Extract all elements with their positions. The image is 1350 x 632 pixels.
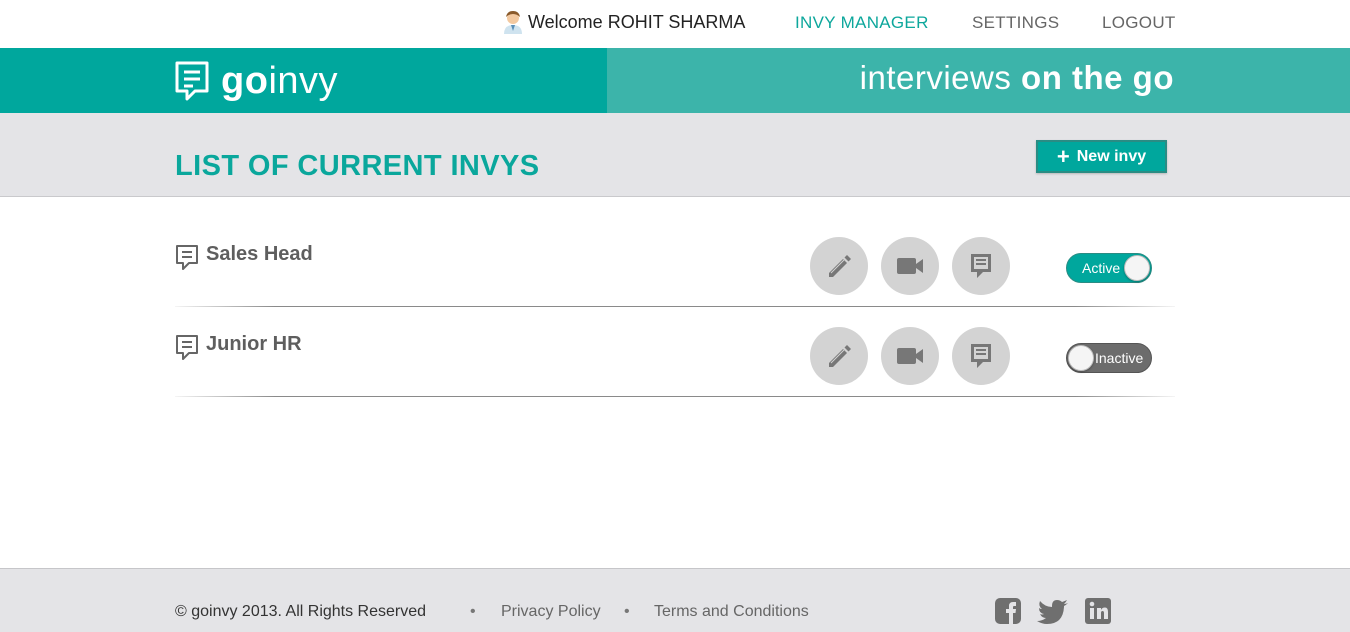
status-toggle[interactable]: Active	[1066, 253, 1152, 283]
video-button[interactable]	[881, 327, 939, 385]
nav-settings[interactable]: SETTINGS	[972, 13, 1059, 33]
twitter-icon[interactable]	[1036, 597, 1070, 625]
user-avatar-icon	[504, 11, 522, 34]
pencil-icon	[829, 255, 851, 277]
toggle-knob	[1068, 345, 1094, 371]
responses-button[interactable]	[952, 237, 1010, 295]
row-divider	[175, 396, 1175, 397]
footer-separator: •	[470, 603, 476, 620]
document-list-icon	[971, 344, 991, 368]
welcome-text: Welcome ROHIT SHARMA	[528, 11, 746, 32]
document-logo-icon	[175, 61, 209, 101]
invy-row: Junior HR Inactive	[175, 307, 1175, 397]
nav-logout[interactable]: LOGOUT	[1102, 13, 1176, 33]
invy-title[interactable]: Sales Head	[206, 243, 313, 266]
footer: © goinvy 2013. All Rights Reserved • Pri…	[0, 568, 1350, 632]
new-invy-button[interactable]: + New invy	[1036, 140, 1167, 173]
status-toggle[interactable]: Inactive	[1066, 343, 1152, 373]
page-title: LIST OF CURRENT INVYS	[175, 150, 540, 182]
welcome-message: Welcome ROHIT SHARMA	[502, 10, 745, 34]
edit-button[interactable]	[810, 237, 868, 295]
tagline: interviews on the go	[860, 61, 1174, 94]
responses-button[interactable]	[952, 327, 1010, 385]
terms-link[interactable]: Terms and Conditions	[654, 603, 809, 621]
footer-separator: •	[624, 603, 630, 620]
copyright-text: © goinvy 2013. All Rights Reserved	[175, 603, 427, 620]
logo-text: goinvy	[221, 62, 338, 100]
top-bar: Welcome ROHIT SHARMA INVY MANAGER SETTIN…	[0, 0, 1350, 48]
facebook-icon[interactable]	[994, 597, 1022, 625]
status-toggle-label: Active	[1082, 260, 1121, 276]
brand-banner: goinvy interviews on the go	[0, 48, 1350, 113]
banner-left: goinvy	[0, 48, 607, 113]
linkedin-icon[interactable]	[1084, 597, 1112, 625]
document-icon	[176, 245, 198, 270]
status-toggle-label: Inactive	[1095, 350, 1144, 366]
tagline-light: interviews	[859, 59, 1022, 96]
nav-invy-manager[interactable]: INVY MANAGER	[795, 13, 929, 33]
plus-icon: +	[1056, 143, 1070, 169]
video-camera-icon	[897, 258, 923, 274]
heading-band: LIST OF CURRENT INVYS + New invy	[0, 113, 1350, 197]
video-camera-icon	[897, 348, 923, 364]
privacy-policy-link[interactable]: Privacy Policy	[501, 603, 601, 621]
logo-text-light: invy	[268, 60, 339, 102]
document-icon	[176, 335, 198, 360]
invy-title[interactable]: Junior HR	[206, 333, 302, 356]
pencil-icon	[829, 345, 851, 367]
logo-text-bold: go	[221, 60, 269, 102]
invy-row: Sales Head Active	[175, 217, 1175, 307]
document-list-icon	[971, 254, 991, 278]
goinvy-logo[interactable]: goinvy	[175, 61, 338, 101]
edit-button[interactable]	[810, 327, 868, 385]
tagline-bold: on the go	[1021, 59, 1174, 96]
new-invy-label: New invy	[1076, 147, 1147, 165]
toggle-knob	[1124, 255, 1150, 281]
video-button[interactable]	[881, 237, 939, 295]
